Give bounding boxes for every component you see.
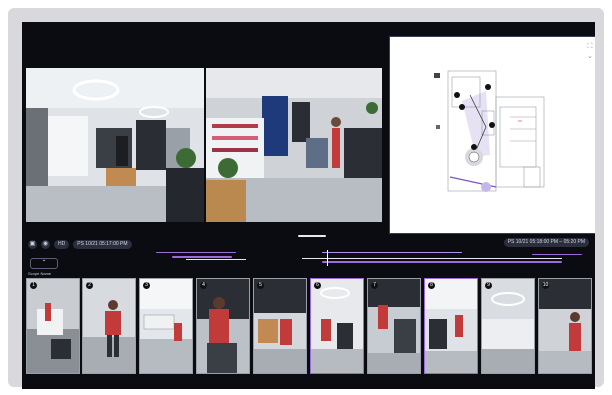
thumbnail-badge: 2 [86, 282, 93, 289]
thumbnail-badge: 4 [200, 282, 207, 289]
thumbnail-image [368, 279, 420, 373]
thumbnail[interactable]: 2 [82, 278, 136, 374]
thumbnail[interactable]: 3 [139, 278, 193, 374]
zoom-icon[interactable]: ⌄ [586, 53, 594, 61]
collapse-button[interactable]: ⌃ [30, 258, 58, 269]
thumbnail-image [254, 279, 306, 373]
thumbnail-image [425, 279, 477, 373]
thumbnail[interactable]: 9 [481, 278, 535, 374]
camera-feed-store[interactable] [206, 68, 382, 222]
start-time-selector[interactable]: PS 10/21 05:17:00 PM [73, 239, 132, 249]
camera-icon[interactable]: ▣ [28, 239, 37, 249]
thumbnail[interactable]: 5 [253, 278, 307, 374]
timeline-event-bar [532, 254, 582, 255]
thumbnail-badge: 9 [485, 282, 492, 289]
camera-feed-lobby-image [26, 68, 204, 222]
timeline-track [186, 259, 246, 260]
timeline-event-bar [156, 252, 236, 253]
thumbnail[interactable]: 8 [424, 278, 478, 374]
thumbnail-badge: 10 [542, 282, 549, 289]
scope-name-label: Scope Name [28, 271, 52, 276]
quality-button[interactable]: HD [54, 239, 70, 249]
thumbnail-image [27, 279, 79, 373]
expand-icon[interactable]: ⛶ [586, 43, 594, 51]
thumbnail-image [311, 279, 363, 373]
thumbnail-image [482, 279, 534, 373]
camera-feed-store-image [206, 68, 382, 222]
timeline[interactable] [152, 250, 594, 272]
thumbnail[interactable]: 1 [26, 278, 80, 374]
playback-controls: ▣ ◉ HD PS 10/21 05:17:00 PM [28, 238, 132, 250]
thumbnail-image [197, 279, 249, 373]
timeline-event-bar [322, 261, 562, 263]
time-range-selector[interactable]: PS 10/21 05:18:00 PM – 05:20 PM [503, 238, 589, 247]
timeline-track [302, 258, 562, 259]
thumbnail[interactable]: 10 [538, 278, 592, 374]
thumbnail[interactable]: 4 [196, 278, 250, 374]
panel-resize-handle[interactable] [298, 235, 326, 237]
camera-feed-lobby[interactable] [26, 68, 204, 222]
floor-plan-drawing [434, 70, 545, 192]
thumbnail[interactable]: 7 [367, 278, 421, 374]
thumbnail-badge: 7 [371, 282, 378, 289]
speaker-icon[interactable]: ◉ [41, 239, 50, 249]
timeline-event-bar [172, 256, 232, 258]
video-surveillance-screen: ⛶ ⌄ ▣ ◉ HD PS 10/21 05:17:00 PM PS 10/21… [22, 22, 595, 389]
thumbnail-image [140, 279, 192, 373]
timeline-event-bar [322, 252, 462, 253]
thumbnail-badge: 5 [257, 282, 264, 289]
thumbnail-badge: 8 [428, 282, 435, 289]
thumbnail-badge: 1 [30, 282, 37, 289]
playhead[interactable] [327, 250, 328, 266]
thumbnail-badge: 3 [143, 282, 150, 289]
thumbnail[interactable]: 6 [310, 278, 364, 374]
thumbnail-image [539, 279, 591, 373]
thumbnail-badge: 6 [314, 282, 321, 289]
floor-map[interactable]: ⛶ ⌄ [389, 36, 595, 234]
thumbnail-image [83, 279, 135, 373]
